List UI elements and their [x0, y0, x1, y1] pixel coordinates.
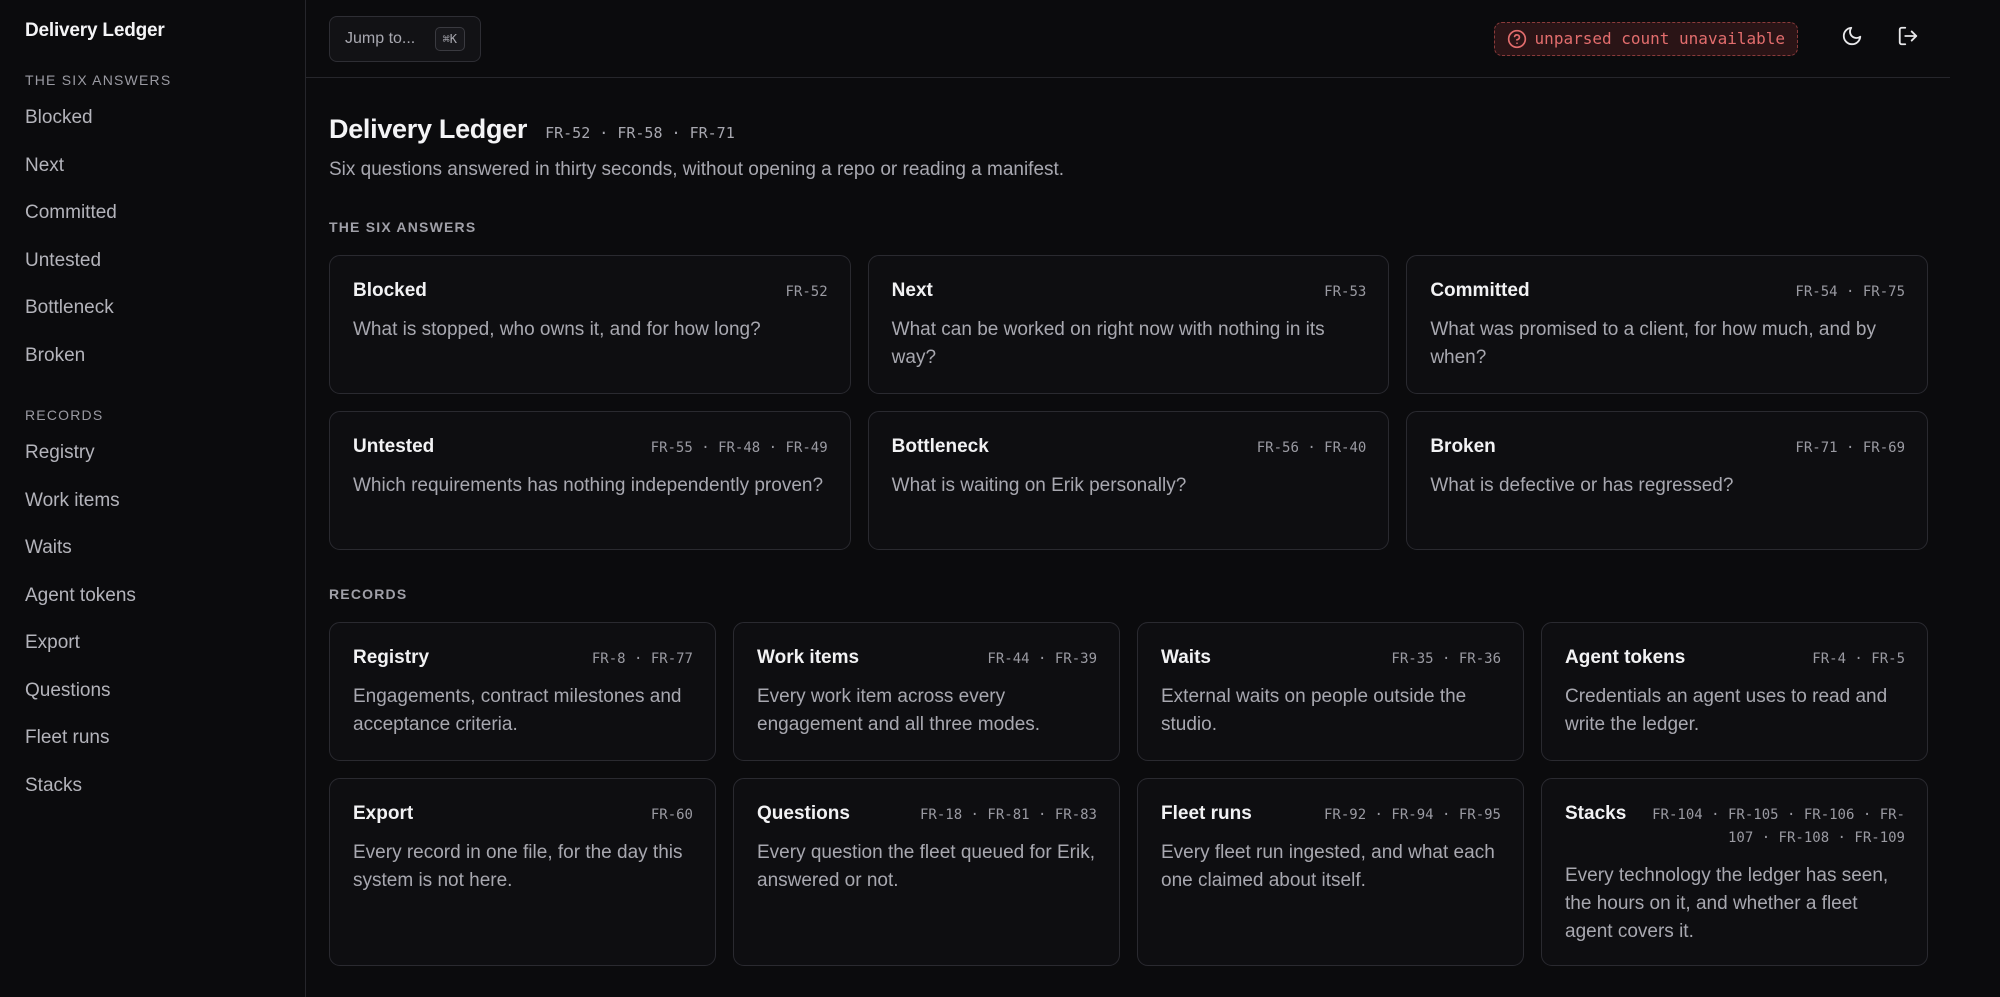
sidebar-item-untested[interactable]: Untested — [25, 247, 305, 295]
topbar-actions: unparsed count unavailable — [1493, 19, 1928, 59]
answer-card-committed[interactable]: Committed FR-54 · FR-75 What was promised… — [1406, 255, 1928, 394]
card-title: Waits — [1161, 647, 1211, 668]
answers-grid: Blocked FR-52 What is stopped, who owns i… — [329, 255, 1928, 550]
card-title: Agent tokens — [1565, 647, 1686, 668]
record-card-fleet-runs[interactable]: Fleet runs FR-92 · FR-94 · FR-95 Every fl… — [1137, 778, 1524, 966]
card-refs: FR-4 · FR-5 — [1812, 651, 1905, 667]
card-description: Every fleet run ingested, and what each … — [1161, 842, 1495, 891]
jump-shortcut-badge: ⌘K — [434, 26, 465, 51]
page-content: Delivery Ledger FR-52 · FR-58 · FR-71 Si… — [306, 78, 1950, 966]
record-card-registry[interactable]: Registry FR-8 · FR-77 Engagements, contra… — [329, 622, 716, 761]
card-refs: FR-54 · FR-75 — [1795, 284, 1905, 300]
card-refs: FR-44 · FR-39 — [987, 651, 1097, 667]
records-section-title: RECORDS — [329, 586, 408, 602]
sidebar: Delivery Ledger THE SIX ANSWERS Blocked … — [0, 0, 306, 997]
card-refs: FR-104 · FR-105 · FR-106 · FR-107 · FR-1… — [1652, 807, 1905, 846]
sidebar-item-registry[interactable]: Registry — [25, 439, 305, 487]
record-card-export[interactable]: Export FR-60 Every record in one file, fo… — [329, 778, 716, 966]
page-title: Delivery Ledger — [329, 114, 528, 144]
card-title: Next — [891, 280, 933, 301]
record-card-work-items[interactable]: Work items FR-44 · FR-39 Every work item … — [733, 622, 1120, 761]
card-title: Questions — [757, 803, 850, 824]
help-circle-icon — [1507, 29, 1527, 49]
record-card-questions[interactable]: Questions FR-18 · FR-81 · FR-83 Every que… — [733, 778, 1120, 966]
card-description: What is defective or has regressed? — [1430, 475, 1734, 496]
card-title: Fleet runs — [1161, 803, 1252, 824]
page-header: Delivery Ledger FR-52 · FR-58 · FR-71 — [329, 114, 1928, 145]
card-description: Every record in one file, for the day th… — [353, 842, 683, 891]
card-description: Every work item across every engagement … — [757, 686, 1041, 735]
moon-icon — [1841, 25, 1863, 52]
sidebar-item-waits[interactable]: Waits — [25, 534, 305, 582]
card-refs: FR-92 · FR-94 · FR-95 — [1323, 807, 1501, 823]
brand-title[interactable]: Delivery Ledger — [25, 20, 305, 42]
card-description: Every question the fleet queued for Erik… — [757, 842, 1095, 891]
card-refs: FR-56 · FR-40 — [1256, 440, 1367, 456]
sidebar-item-stacks[interactable]: Stacks — [25, 772, 305, 820]
unparsed-count-warning: unparsed count unavailable — [1493, 21, 1798, 56]
card-refs: FR-53 — [1324, 284, 1367, 300]
sidebar-records-list: Registry Work items Waits Agent tokens E… — [25, 439, 305, 819]
sidebar-section-title-records: RECORDS — [25, 407, 104, 423]
card-description: Which requirements has nothing independe… — [353, 475, 824, 496]
jump-to-button[interactable]: Jump to... ⌘K — [329, 15, 481, 62]
theme-toggle-button[interactable] — [1832, 19, 1872, 59]
answers-section-title: THE SIX ANSWERS — [329, 219, 477, 235]
sidebar-answers-list: Blocked Next Committed Untested Bottlene… — [25, 104, 305, 389]
card-title: Broken — [1430, 436, 1496, 457]
card-description: What is stopped, who owns it, and for ho… — [353, 319, 761, 340]
card-title: Blocked — [353, 280, 427, 301]
card-description: Credentials an agent uses to read and wr… — [1565, 686, 1888, 735]
card-refs: FR-55 · FR-48 · FR-49 — [650, 440, 828, 456]
records-grid: Registry FR-8 · FR-77 Engagements, contra… — [329, 622, 1928, 966]
sidebar-item-work-items[interactable]: Work items — [25, 487, 305, 535]
record-card-stacks[interactable]: Stacks FR-104 · FR-105 · FR-106 · FR-107 … — [1541, 778, 1928, 966]
card-description: External waits on people outside the stu… — [1161, 686, 1467, 735]
logout-button[interactable] — [1888, 19, 1928, 59]
sidebar-section-title-answers: THE SIX ANSWERS — [25, 72, 172, 88]
card-title: Stacks — [1565, 803, 1627, 824]
answer-card-untested[interactable]: Untested FR-55 · FR-48 · FR-49 Which requ… — [329, 411, 851, 550]
jump-to-label: Jump to... — [345, 29, 416, 47]
card-description: What can be worked on right now with not… — [891, 319, 1325, 368]
card-description: What was promised to a client, for how m… — [1430, 319, 1876, 368]
card-title: Export — [353, 803, 414, 824]
sidebar-item-committed[interactable]: Committed — [25, 199, 305, 247]
card-title: Untested — [353, 436, 435, 457]
card-refs: FR-52 — [785, 284, 828, 300]
sidebar-item-fleet-runs[interactable]: Fleet runs — [25, 724, 305, 772]
card-refs: FR-60 — [650, 807, 693, 823]
card-refs: FR-8 · FR-77 — [591, 651, 693, 667]
card-title: Committed — [1430, 280, 1530, 301]
record-card-agent-tokens[interactable]: Agent tokens FR-4 · FR-5 Credentials an a… — [1541, 622, 1928, 761]
card-refs: FR-35 · FR-36 — [1391, 651, 1501, 667]
card-description: Engagements, contract milestones and acc… — [353, 686, 682, 735]
card-title: Work items — [757, 647, 860, 668]
sidebar-item-broken[interactable]: Broken — [25, 342, 305, 390]
answer-card-blocked[interactable]: Blocked FR-52 What is stopped, who owns i… — [329, 255, 851, 394]
sidebar-item-blocked[interactable]: Blocked — [25, 104, 305, 152]
answer-card-bottleneck[interactable]: Bottleneck FR-56 · FR-40 What is waiting … — [867, 411, 1390, 550]
sidebar-item-export[interactable]: Export — [25, 629, 305, 677]
card-title: Bottleneck — [891, 436, 989, 457]
sidebar-item-agent-tokens[interactable]: Agent tokens — [25, 582, 305, 630]
warning-text: unparsed count unavailable — [1534, 29, 1785, 48]
answer-card-broken[interactable]: Broken FR-71 · FR-69 What is defective or… — [1406, 411, 1928, 550]
page-subtitle: Six questions answered in thirty seconds… — [329, 159, 1065, 180]
topbar: Jump to... ⌘K unparsed count unavailable — [306, 0, 1950, 78]
card-description: What is waiting on Erik personally? — [891, 475, 1187, 496]
logout-icon — [1897, 25, 1919, 52]
card-title: Registry — [353, 647, 430, 668]
sidebar-item-questions[interactable]: Questions — [25, 677, 305, 725]
main-area: Jump to... ⌘K unparsed count unavailable — [306, 0, 1950, 997]
answer-card-next[interactable]: Next FR-53 What can be worked on right no… — [867, 255, 1390, 394]
card-description: Every technology the ledger has seen, th… — [1565, 865, 1889, 942]
record-card-waits[interactable]: Waits FR-35 · FR-36 External waits on peo… — [1137, 622, 1524, 761]
card-refs: FR-71 · FR-69 — [1795, 440, 1905, 456]
sidebar-item-next[interactable]: Next — [25, 152, 305, 200]
card-refs: FR-18 · FR-81 · FR-83 — [919, 807, 1097, 823]
page-title-refs: FR-52 · FR-58 · FR-71 — [545, 124, 735, 142]
sidebar-item-bottleneck[interactable]: Bottleneck — [25, 294, 305, 342]
